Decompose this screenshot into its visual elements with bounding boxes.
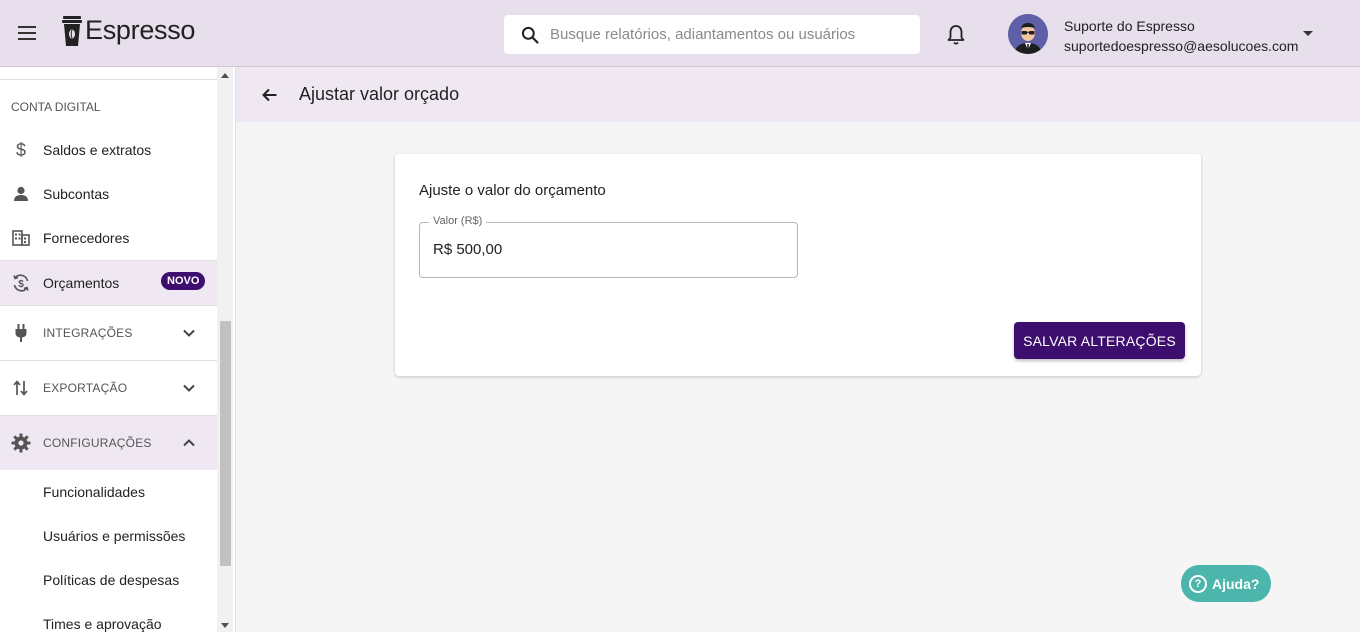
- budget-value-input[interactable]: [433, 241, 783, 258]
- sidebar-item-label: Fornecedores: [43, 230, 130, 246]
- user-name: Suporte do Espresso: [1064, 18, 1195, 34]
- chevron-up-icon[interactable]: [181, 435, 197, 451]
- arrow-left-icon: [262, 88, 277, 102]
- bell-icon: [947, 25, 965, 45]
- sidebar: CONTA DIGITAL $ Saldos e extratos Subcon…: [0, 67, 236, 632]
- scroll-up-arrow-icon[interactable]: [221, 73, 229, 78]
- hamburger-menu-icon[interactable]: [16, 22, 38, 44]
- search-input[interactable]: [550, 26, 910, 43]
- help-button[interactable]: ? Ajuda?: [1181, 565, 1271, 602]
- save-changes-button[interactable]: SALVAR ALTERAÇÕES: [1014, 322, 1185, 359]
- sidebar-item-label: Orçamentos: [43, 275, 120, 291]
- agent-avatar-icon: [1008, 14, 1048, 54]
- user-menu-caret-icon[interactable]: [1303, 31, 1313, 36]
- svg-text:$: $: [18, 279, 24, 290]
- chevron-down-icon[interactable]: [181, 380, 197, 396]
- sidebar-subitem-label: Políticas de despesas: [43, 572, 180, 588]
- sidebar-subitem-usuarios[interactable]: Usuários e permissões: [0, 514, 217, 558]
- sidebar-group-exportacao[interactable]: EXPORTAÇÃO: [0, 361, 217, 415]
- search-icon: [521, 26, 539, 44]
- sidebar-group-label: CONFIGURAÇÕES: [43, 436, 152, 450]
- budget-card: Ajuste o valor do orçamento Valor (R$) S…: [395, 154, 1201, 376]
- sidebar-divider: [0, 79, 217, 80]
- sidebar-subitem-label: Funcionalidades: [43, 484, 145, 500]
- sidebar-scrollbar-thumb[interactable]: [220, 321, 231, 566]
- sidebar-subitem-times[interactable]: Times e aprovação: [0, 602, 217, 632]
- sidebar-item-fornecedores[interactable]: Fornecedores: [0, 216, 217, 260]
- gear-icon: [11, 433, 31, 453]
- sidebar-subitem-funcionalidades[interactable]: Funcionalidades: [0, 470, 217, 514]
- back-button[interactable]: [260, 85, 280, 105]
- sidebar-item-orcamentos[interactable]: $ Orçamentos NOVO: [0, 261, 217, 305]
- sidebar-subitem-label: Times e aprovação: [43, 616, 162, 632]
- sidebar-item-saldos[interactable]: $ Saldos e extratos: [0, 128, 217, 172]
- budget-icon: $: [11, 273, 31, 293]
- budget-value-field[interactable]: Valor (R$): [419, 215, 798, 278]
- user-email: suportedoespresso@aesolucoes.com: [1064, 38, 1299, 54]
- user-info[interactable]: Suporte do Espresso suportedoespresso@ae…: [1064, 16, 1298, 56]
- sidebar-group-configuracoes[interactable]: CONFIGURAÇÕES: [0, 416, 217, 470]
- sidebar-group-integracoes[interactable]: INTEGRAÇÕES: [0, 306, 217, 360]
- sidebar-section-title: CONTA DIGITAL: [11, 100, 101, 114]
- card-title: Ajuste o valor do orçamento: [419, 182, 606, 199]
- top-app-bar: Espresso Suporte do Espresso suportedoes…: [0, 0, 1360, 67]
- sidebar-subitem-label: Usuários e permissões: [43, 528, 186, 544]
- person-icon: [11, 184, 31, 204]
- notifications-button[interactable]: [944, 23, 968, 52]
- question-icon: ?: [1189, 574, 1207, 593]
- user-avatar[interactable]: [1008, 14, 1048, 54]
- sidebar-subitem-politicas[interactable]: Políticas de despesas: [0, 558, 217, 602]
- sidebar-group-label: EXPORTAÇÃO: [43, 381, 128, 395]
- svg-text:$: $: [16, 140, 26, 160]
- building-icon: [11, 228, 31, 248]
- help-label: Ajuda?: [1212, 575, 1260, 592]
- sort-arrows-icon: [11, 378, 31, 398]
- plug-icon: [11, 323, 31, 343]
- app-logo[interactable]: Espresso: [62, 15, 195, 46]
- sidebar-item-label: Subcontas: [43, 186, 110, 202]
- dollar-icon: $: [11, 140, 31, 160]
- chevron-down-icon[interactable]: [181, 325, 197, 341]
- page-title: Ajustar valor orçado: [299, 84, 460, 104]
- app-name: Espresso: [85, 15, 196, 45]
- sidebar-group-label: INTEGRAÇÕES: [43, 326, 133, 340]
- scroll-down-arrow-icon[interactable]: [221, 623, 229, 628]
- field-label: Valor (R$): [429, 215, 487, 227]
- search-box[interactable]: [504, 15, 920, 54]
- sidebar-item-subcontas[interactable]: Subcontas: [0, 172, 217, 216]
- new-badge: NOVO: [161, 272, 206, 290]
- coffee-cup-icon: [62, 15, 82, 46]
- sidebar-item-label: Saldos e extratos: [43, 142, 152, 158]
